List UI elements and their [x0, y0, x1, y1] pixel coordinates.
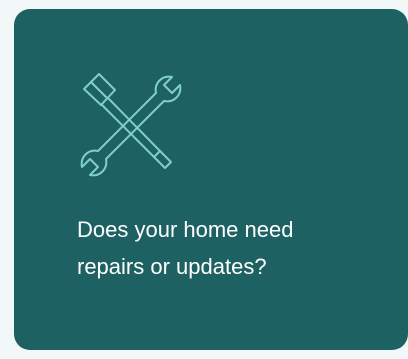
home-repairs-card[interactable]: Does your home need repairs or updates? — [14, 9, 408, 350]
question-line-2: repairs or updates? — [77, 254, 267, 279]
tools-icon — [78, 69, 188, 179]
question-text: Does your home need repairs or updates? — [77, 211, 377, 285]
question-line-1: Does your home need — [77, 217, 294, 242]
